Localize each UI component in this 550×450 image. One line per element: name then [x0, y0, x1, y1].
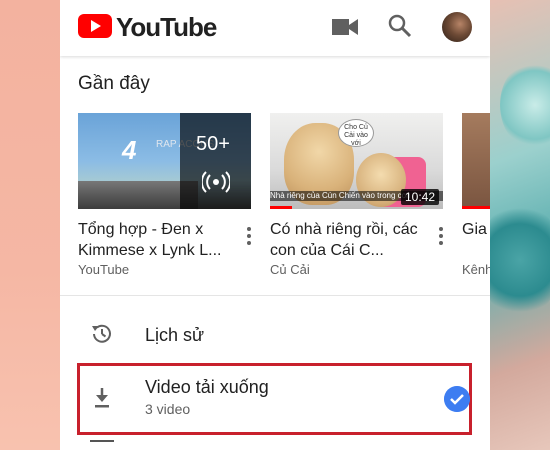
- background-left: [0, 0, 60, 450]
- youtube-logo-icon[interactable]: [78, 14, 112, 38]
- watch-progress-bar: [462, 206, 490, 209]
- playlist-count: 50+: [196, 133, 230, 155]
- thumbnail-logo: 4: [122, 135, 137, 165]
- speech-bubble: Cho Củ Cải vào với: [338, 119, 374, 147]
- playlist-overlay: 50+: [180, 113, 251, 209]
- video-title[interactable]: Có nhà riêng rồi, các con của Cái C...: [270, 219, 420, 261]
- watch-progress-bar: [270, 206, 292, 209]
- video-title[interactable]: Tổng hợp - Đen x Kimmese x Lynk L...: [78, 219, 228, 261]
- video-channel: YouTube: [78, 262, 130, 277]
- divider: [60, 295, 490, 296]
- video-thumbnail[interactable]: 4 RAP ACOUS 50+: [78, 113, 251, 209]
- section-title-recent: Gần đây: [78, 73, 150, 94]
- search-icon[interactable]: [388, 14, 412, 38]
- youtube-logo-text[interactable]: YouTube: [116, 12, 217, 43]
- history-icon[interactable]: [90, 322, 114, 346]
- menu-item-downloads[interactable]: Video tải xuống: [145, 377, 269, 398]
- youtube-app-screen: YouTube Gần đây 4 RAP ACOUS 50+ Tổng h: [60, 0, 490, 450]
- video-thumbnail[interactable]: Cho Củ Cải vào với Nhà riêng của Cún Chi…: [270, 113, 443, 209]
- avatar[interactable]: [442, 12, 472, 42]
- video-duration: 10:42: [400, 189, 439, 205]
- video-channel: Kênh: [462, 262, 490, 277]
- highlight-box: [77, 363, 472, 435]
- background-right: [490, 0, 550, 450]
- next-menu-item-icon: [90, 440, 114, 450]
- live-broadcast-icon: [202, 171, 230, 193]
- video-thumbnail[interactable]: [462, 113, 490, 209]
- menu-item-history[interactable]: Lịch sử: [145, 325, 204, 346]
- check-icon: [444, 386, 470, 412]
- camera-icon[interactable]: [332, 18, 358, 36]
- video-channel: Củ Cải: [270, 262, 310, 277]
- more-options-icon[interactable]: [246, 226, 252, 246]
- top-app-bar: YouTube: [60, 0, 490, 56]
- download-icon[interactable]: [90, 385, 114, 409]
- downloads-count: 3 video: [145, 401, 191, 417]
- more-options-icon[interactable]: [438, 226, 444, 246]
- video-title[interactable]: Gia 149: [462, 219, 490, 240]
